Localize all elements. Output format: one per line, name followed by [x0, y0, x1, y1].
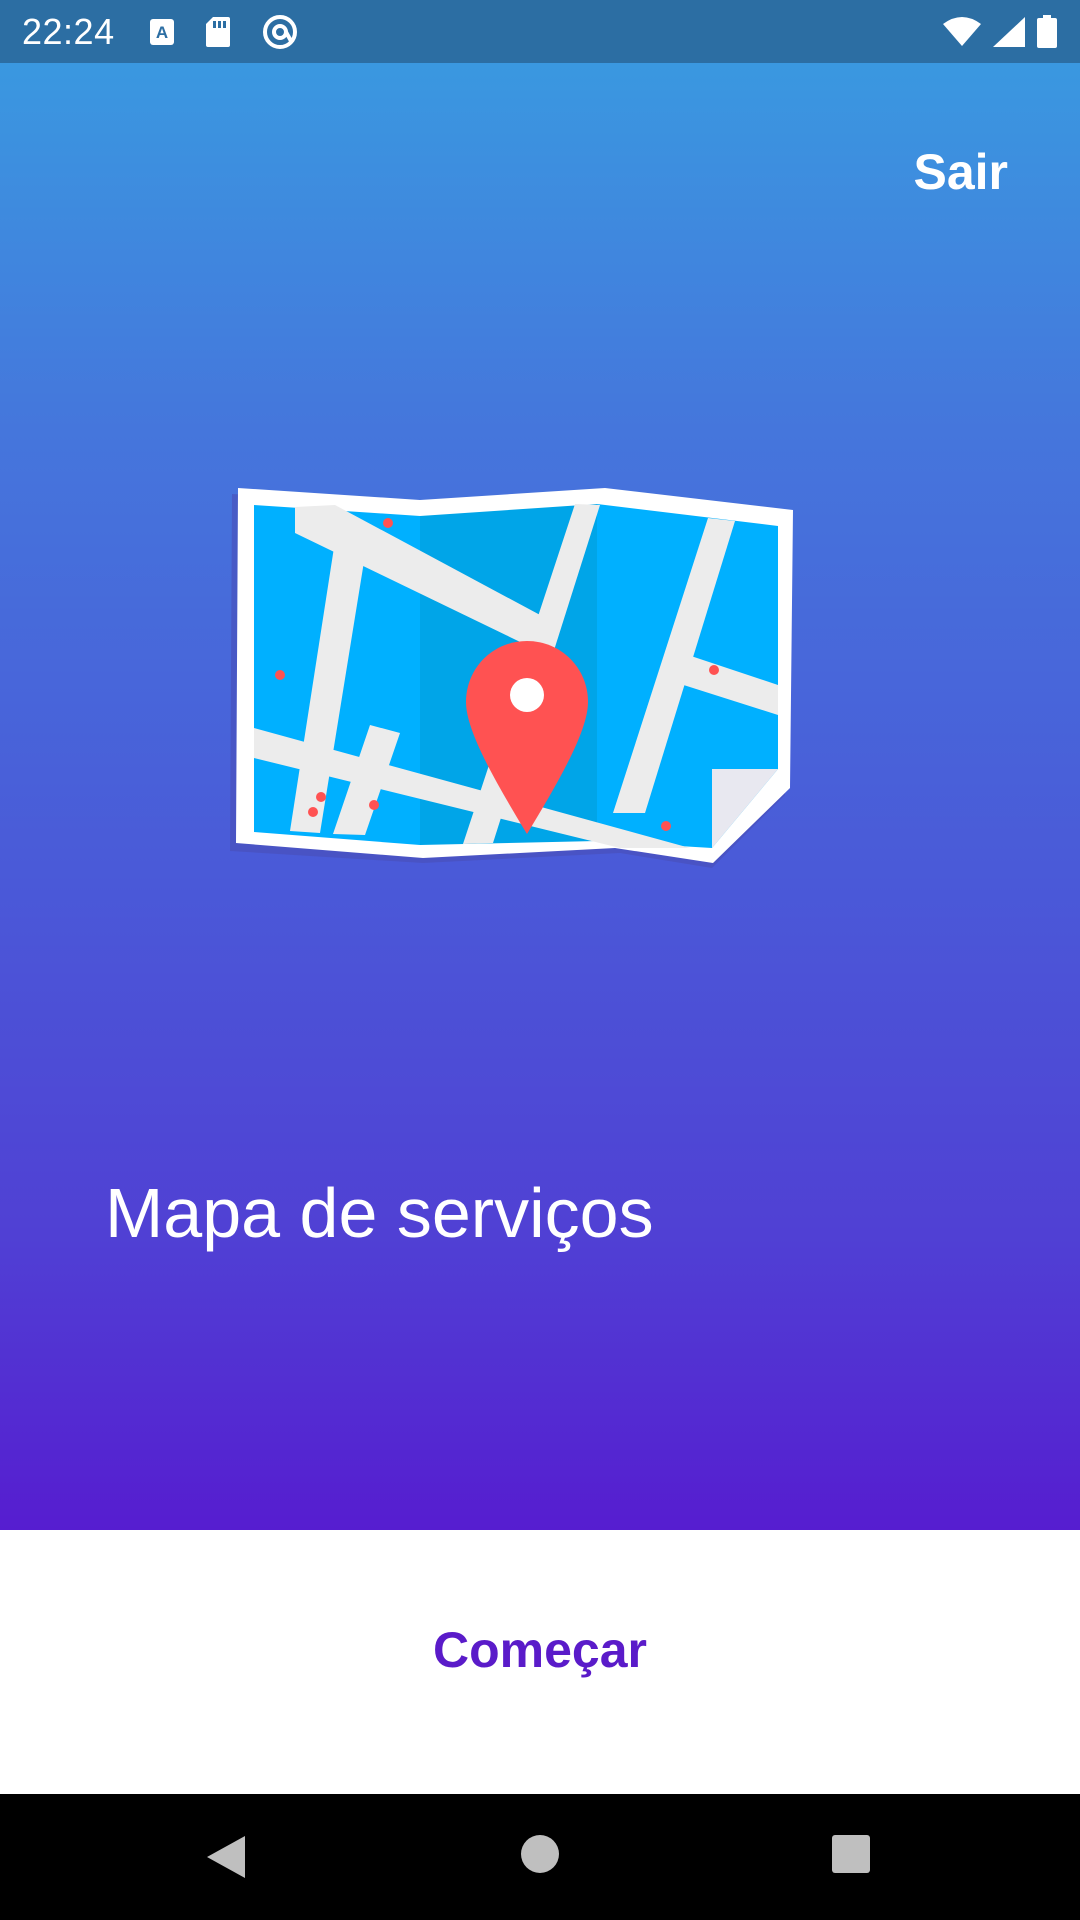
battery-icon [1037, 14, 1057, 48]
status-bar: 22:24 A [0, 0, 1080, 63]
page-title: Mapa de serviços [105, 1174, 654, 1252]
wifi-icon [943, 16, 981, 46]
sd-card-icon [205, 16, 230, 47]
map-with-location-pin-icon [230, 488, 793, 868]
status-time: 22:24 [22, 10, 115, 52]
navigation-bar [0, 1794, 1080, 1920]
vpn-at-icon [262, 14, 297, 49]
bottom-panel: Começar [0, 1530, 1080, 1794]
status-icons-right [942, 14, 1058, 49]
exit-button[interactable]: Sair [913, 143, 1008, 201]
back-icon[interactable] [205, 1834, 247, 1880]
recents-icon[interactable] [831, 1834, 871, 1874]
status-icons-left: A [149, 13, 299, 51]
signal-icon [993, 16, 1025, 47]
home-icon[interactable] [520, 1834, 560, 1874]
keyboard-a-icon: A [149, 18, 174, 45]
welcome-screen: Sair Mapa de serviços [0, 63, 1080, 1530]
svg-text:A: A [155, 23, 167, 42]
start-button[interactable]: Começar [0, 1590, 1080, 1710]
